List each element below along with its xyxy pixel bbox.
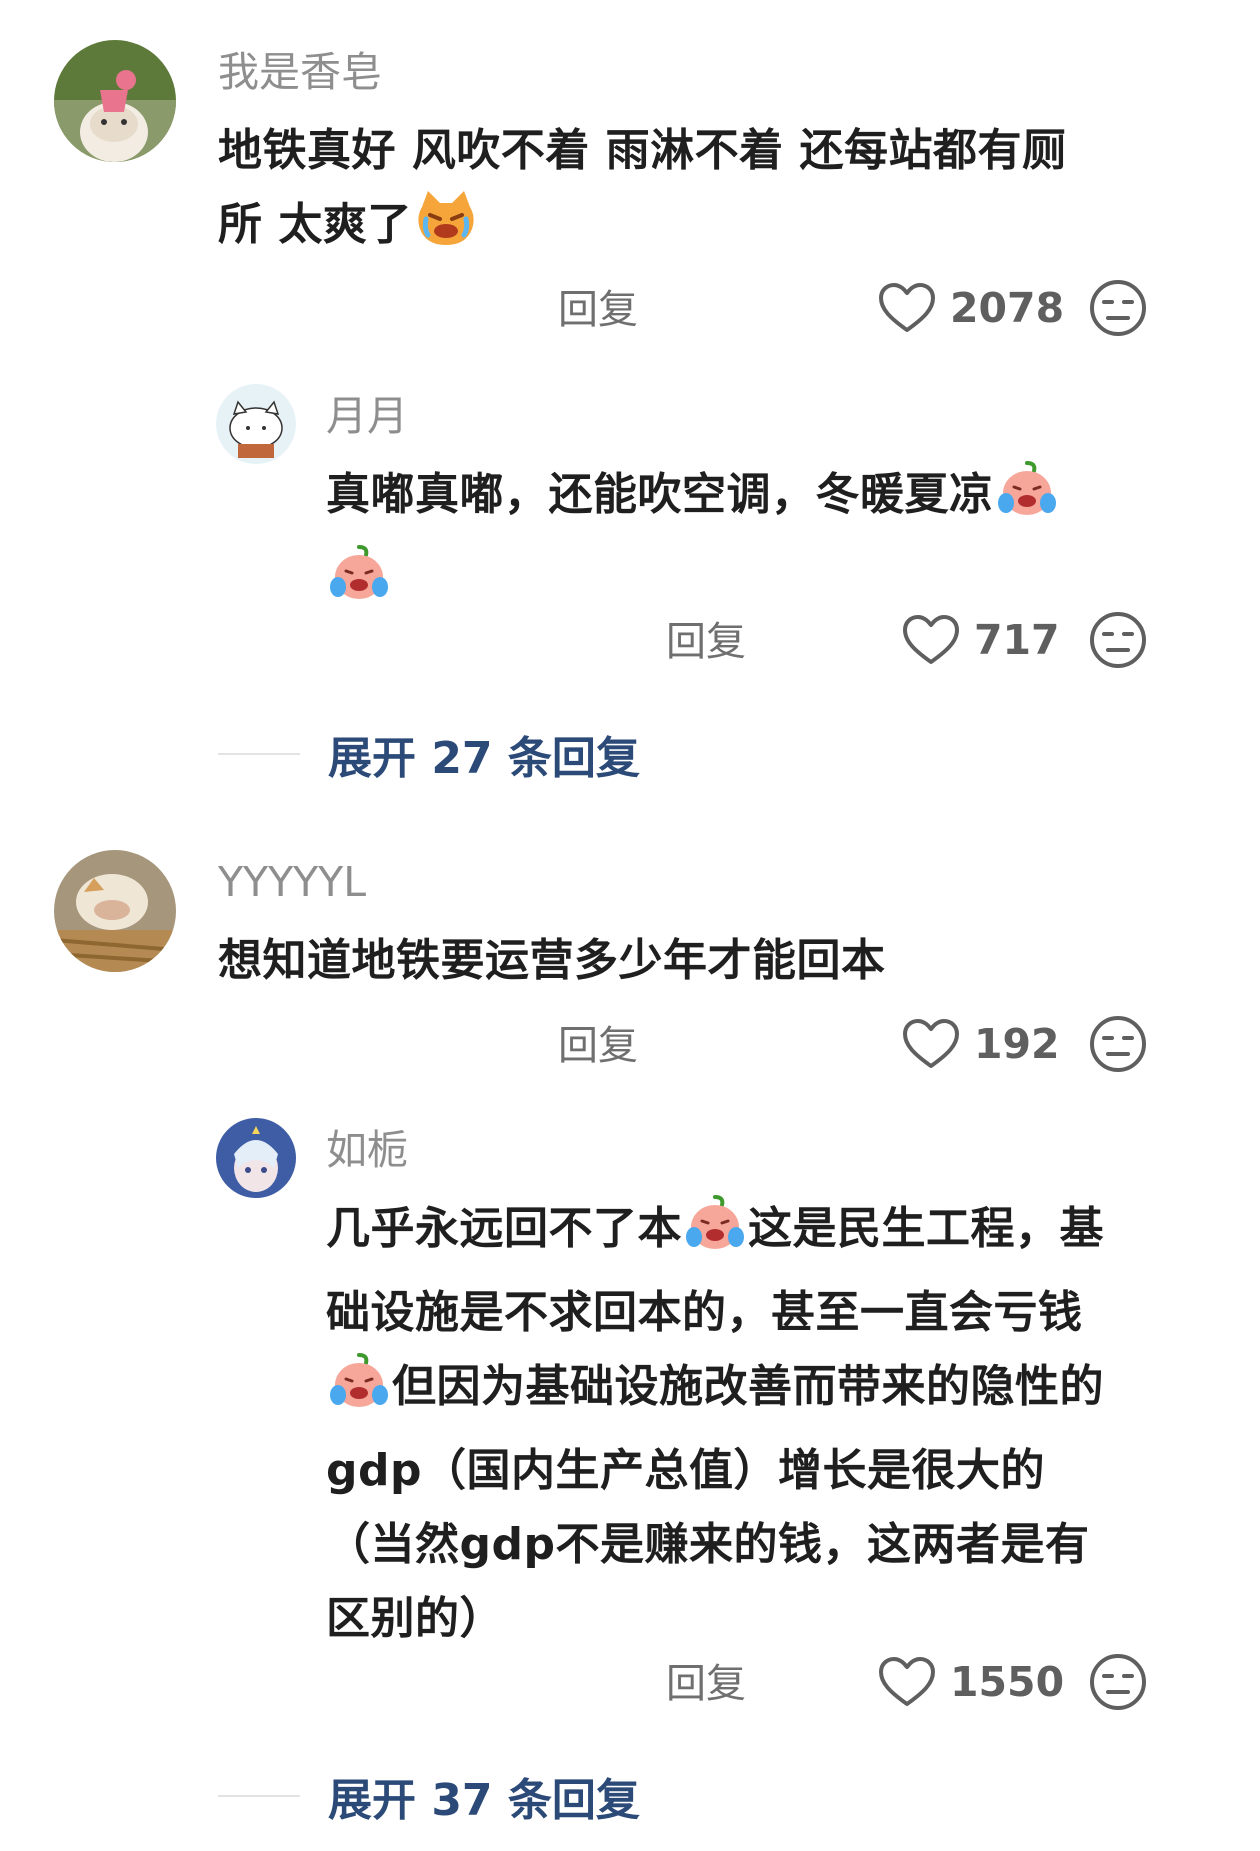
heart-icon <box>903 615 959 664</box>
reply-text-part: 这是民生工程，基 <box>748 1203 1104 1254</box>
like-button[interactable]: 192 <box>902 1014 1060 1074</box>
comment-text: 想知道地铁要运营多少年才能回本 <box>218 924 1118 998</box>
comment-text-line: 地铁真好 风吹不着 雨淋不着 还每站都有厕 <box>218 125 1067 176</box>
like-count: 717 <box>974 616 1060 664</box>
reply-text-part: （当然gdp不是赚来的钱，这两者是有 <box>326 1519 1090 1570</box>
divider-line <box>218 1795 300 1797</box>
heart-icon <box>879 1657 935 1706</box>
crying-cat-emoji <box>414 189 478 272</box>
reply-text: 真嘟真嘟，还能吹空调，冬暖夏凉 <box>326 458 1146 626</box>
dislike-button[interactable] <box>1088 610 1148 670</box>
reply-text-part: gdp（国内生产总值）增长是很大的 <box>326 1445 1045 1496</box>
reply-button[interactable]: 回复 <box>666 1664 746 1704</box>
crying-face-emoji <box>684 1193 746 1276</box>
reply-text-part: 区别的） <box>326 1593 504 1644</box>
reply-text-line: 真嘟真嘟，还能吹空调，冬暖夏凉 <box>326 469 994 520</box>
expand-replies-button[interactable]: 展开 27 条回复 <box>218 722 640 786</box>
reply-username[interactable]: 如栀 <box>326 1130 408 1171</box>
like-button[interactable]: 717 <box>902 610 1060 670</box>
comment-username[interactable]: 我是香皂 <box>218 52 382 93</box>
reply-username[interactable]: 月月 <box>326 396 408 437</box>
avatar[interactable] <box>54 850 176 972</box>
comment-text-line: 想知道地铁要运营多少年才能回本 <box>218 935 886 986</box>
divider-line <box>218 753 300 755</box>
avatar[interactable] <box>216 384 296 464</box>
like-button[interactable]: 1550 <box>878 1652 1064 1712</box>
dislike-button[interactable] <box>1088 1014 1148 1074</box>
crying-face-emoji <box>328 1351 390 1434</box>
neutral-face-icon <box>1090 280 1146 336</box>
reply-text-part: 但因为基础设施改善而带来的隐性的 <box>392 1361 1104 1412</box>
expand-replies-label: 展开 37 条回复 <box>328 1775 640 1826</box>
neutral-face-icon <box>1090 1654 1146 1710</box>
like-count: 192 <box>974 1020 1060 1068</box>
comment-text-line: 所 太爽了 <box>218 199 412 250</box>
neutral-face-icon <box>1090 612 1146 668</box>
reply-text-part: 础设施是不求回本的，甚至一直会亏钱 <box>326 1287 1083 1338</box>
dislike-button[interactable] <box>1088 278 1148 338</box>
like-count: 1550 <box>950 1658 1065 1706</box>
crying-face-emoji <box>328 543 390 626</box>
reply-text: 几乎永远回不了本 这是民生工程，基 础设施是不求回本的，甚至一直会亏钱 但因为基… <box>326 1192 1166 1656</box>
like-count: 2078 <box>950 284 1065 332</box>
comment-text: 地铁真好 风吹不着 雨淋不着 还每站都有厕 所 太爽了 <box>218 114 1118 272</box>
avatar[interactable] <box>216 1118 296 1198</box>
neutral-face-icon <box>1090 1016 1146 1072</box>
expand-replies-label: 展开 27 条回复 <box>328 733 640 784</box>
heart-icon <box>879 283 935 332</box>
expand-replies-button[interactable]: 展开 37 条回复 <box>218 1764 640 1828</box>
avatar[interactable] <box>54 40 176 162</box>
reply-text-part: 几乎永远回不了本 <box>326 1203 682 1254</box>
crying-face-emoji <box>996 459 1058 542</box>
like-button[interactable]: 2078 <box>878 278 1064 338</box>
comment-username[interactable]: YYYYYL <box>218 862 366 903</box>
dislike-button[interactable] <box>1088 1652 1148 1712</box>
reply-button[interactable]: 回复 <box>558 290 638 330</box>
heart-icon <box>903 1019 959 1068</box>
reply-button[interactable]: 回复 <box>558 1026 638 1066</box>
reply-button[interactable]: 回复 <box>666 622 746 662</box>
